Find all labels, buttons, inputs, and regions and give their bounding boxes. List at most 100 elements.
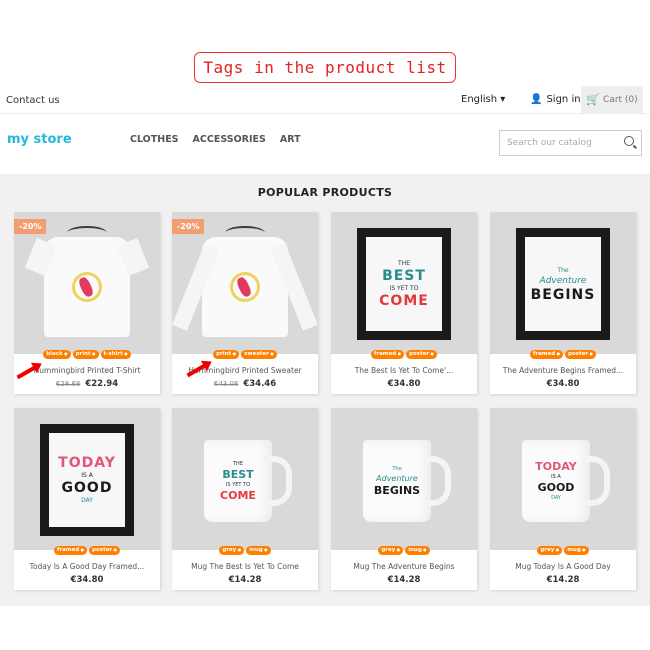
banner-wrapper: Tags in the product list [0, 52, 650, 83]
product-card[interactable]: The Adventure BEGINS grey mug Mug The Ad… [331, 408, 477, 590]
current-price: €34.80 [70, 575, 104, 585]
cart-button[interactable]: 🛒 Cart (0) [581, 86, 643, 113]
art-text: Adventure [376, 474, 418, 483]
art-text: IS A [551, 474, 561, 480]
tag[interactable]: framed [529, 350, 564, 359]
mug-image: THE BEST IS YET TO COME [204, 440, 292, 522]
product-price: €28.68 €22.94 [14, 379, 160, 389]
current-price: €22.94 [85, 379, 119, 389]
cart-icon: 🛒 [586, 93, 601, 106]
signin-label: Sign in [546, 94, 581, 105]
art-text: GOOD [537, 481, 575, 494]
product-card[interactable]: The Adventure BEGINS framed poster The A… [490, 212, 636, 394]
current-price: €34.80 [387, 379, 421, 389]
tag[interactable]: print [213, 350, 240, 359]
tag-list: grey mug [331, 546, 477, 555]
tag-list: framed poster [490, 350, 636, 359]
art-text: IS YET TO [389, 285, 419, 292]
nav-item-clothes[interactable]: CLOTHES [130, 134, 179, 145]
current-price: €14.28 [228, 575, 262, 585]
art-text: THE [398, 260, 410, 267]
product-image[interactable]: TODAY IS A GOOD DAY [14, 408, 160, 550]
tag[interactable]: framed [53, 546, 88, 555]
tag[interactable]: grey [219, 546, 245, 555]
current-price: €14.28 [387, 575, 421, 585]
product-name[interactable]: Today Is A Good Day Framed... [14, 562, 160, 571]
old-price: €43.08 [213, 380, 239, 388]
art-text: IS YET TO [225, 482, 251, 488]
language-selector[interactable]: English ▾ [461, 94, 505, 105]
search-placeholder: Search our catalog [507, 138, 592, 148]
tag[interactable]: black [43, 350, 71, 359]
products-section: POPULAR PRODUCTS -20% black print t-shir… [0, 174, 650, 606]
nav-item-art[interactable]: ART [280, 134, 301, 145]
product-image[interactable]: -20% [172, 212, 318, 354]
tag-list: black print t-shirt [14, 350, 160, 359]
tag[interactable]: framed [370, 350, 405, 359]
art-text: BEST [382, 268, 426, 284]
tag[interactable]: poster [406, 350, 438, 359]
product-image[interactable]: -20% [14, 212, 160, 354]
poster-frame: THE BEST IS YET TO COME [357, 228, 451, 340]
hummingbird-print [230, 272, 260, 302]
tag[interactable]: mug [405, 546, 430, 555]
product-price: €34.80 [331, 379, 477, 389]
product-image[interactable]: THE BEST IS YET TO COME [331, 212, 477, 354]
current-price: €34.46 [243, 379, 277, 389]
tag[interactable]: mug [564, 546, 589, 555]
product-image[interactable]: The Adventure BEGINS [331, 408, 477, 550]
mug-image: TODAY IS A GOOD DAY [522, 440, 610, 522]
discount-badge: -20% [14, 219, 47, 234]
tag[interactable]: mug [246, 546, 271, 555]
search-input[interactable]: Search our catalog [499, 130, 642, 156]
product-image[interactable]: THE BEST IS YET TO COME [172, 408, 318, 550]
product-price: €14.28 [172, 575, 318, 585]
art-text: BEST [222, 468, 254, 481]
product-card[interactable]: TODAY IS A GOOD DAY grey mug Mug Today I… [490, 408, 636, 590]
search-icon[interactable] [624, 136, 634, 146]
product-card[interactable]: TODAY IS A GOOD DAY framed poster Today … [14, 408, 160, 590]
product-name[interactable]: Mug The Adventure Begins [331, 562, 477, 571]
art-text: BEGINS [373, 484, 421, 497]
tag[interactable]: poster [565, 350, 597, 359]
store-logo[interactable]: my store [7, 132, 72, 147]
art-text: COME [220, 489, 256, 502]
product-image[interactable]: The Adventure BEGINS [490, 212, 636, 354]
product-name[interactable]: The Adventure Begins Framed... [490, 366, 636, 375]
poster-frame: The Adventure BEGINS [516, 228, 610, 340]
product-name[interactable]: Mug Today Is A Good Day [490, 562, 636, 571]
product-price: €14.28 [331, 575, 477, 585]
tag[interactable]: grey [378, 546, 404, 555]
product-price: €34.80 [14, 575, 160, 585]
product-image[interactable]: TODAY IS A GOOD DAY [490, 408, 636, 550]
tag[interactable]: grey [537, 546, 563, 555]
product-card[interactable]: -20% print sweater Hummingbird Printed S… [172, 212, 318, 394]
tag[interactable]: print [72, 350, 99, 359]
art-text: GOOD [61, 480, 113, 496]
tag[interactable]: poster [89, 546, 121, 555]
art-text: TODAY [58, 455, 116, 471]
product-price: €14.28 [490, 575, 636, 585]
poster-art: THE BEST IS YET TO COME [366, 237, 442, 331]
tag[interactable]: sweater [241, 350, 277, 359]
nav-item-accessories[interactable]: ACCESSORIES [193, 134, 266, 145]
product-card[interactable]: THE BEST IS YET TO COME grey mug Mug The… [172, 408, 318, 590]
main-nav: CLOTHES ACCESSORIES ART [130, 134, 301, 145]
art-text: BEGINS [530, 286, 596, 303]
product-price: €34.80 [490, 379, 636, 389]
product-card[interactable]: THE BEST IS YET TO COME framed poster Th… [331, 212, 477, 394]
contact-link[interactable]: Contact us [6, 95, 60, 106]
art-text: THE [233, 461, 243, 467]
art-text: DAY [81, 497, 93, 504]
art-text: TODAY [535, 460, 577, 473]
tag-list: grey mug [490, 546, 636, 555]
signin-link[interactable]: 👤 Sign in [530, 94, 581, 105]
art-text: Adventure [539, 275, 587, 286]
section-title: POPULAR PRODUCTS [257, 186, 393, 199]
product-name[interactable]: The Best Is Yet To Come'... [331, 366, 477, 375]
poster-art: The Adventure BEGINS [525, 237, 601, 331]
top-bar: Contact us English ▾ 👤 Sign in 🛒 Cart (0… [0, 86, 650, 114]
tag[interactable]: t-shirt [100, 350, 131, 359]
caret-down-icon: ▾ [500, 94, 506, 105]
product-name[interactable]: Mug The Best Is Yet To Come [172, 562, 318, 571]
